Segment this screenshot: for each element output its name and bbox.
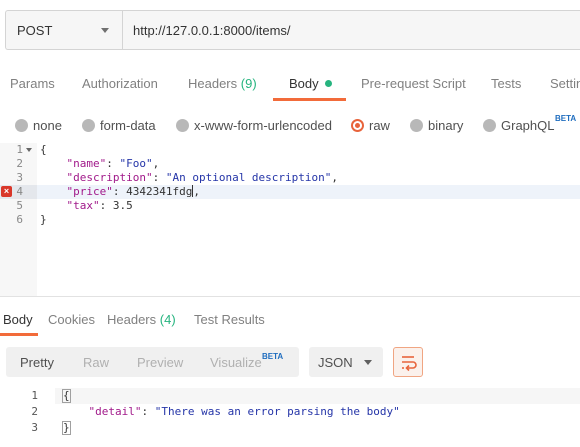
tab-settings[interactable]: Settin	[550, 76, 580, 91]
radio-raw[interactable]	[351, 119, 364, 132]
tab-body-label: Body	[289, 76, 319, 91]
text-cursor	[192, 185, 194, 197]
line-number: 2	[31, 405, 38, 418]
response-headers-count-badge: (4)	[159, 312, 176, 327]
code-line-error: "price": 4342341fdg,	[66, 185, 200, 198]
body-type-none-label[interactable]: none	[33, 118, 62, 133]
tab-headers[interactable]: Headers (9)	[188, 76, 257, 91]
body-type-urlencoded-label[interactable]: x-www-form-urlencoded	[194, 118, 332, 133]
radio-binary[interactable]	[410, 119, 423, 132]
method-select[interactable]: POST	[6, 11, 123, 49]
line-number: 6	[16, 213, 23, 226]
line-number: 5	[16, 199, 23, 212]
pretty-button[interactable]: Pretty	[20, 355, 54, 370]
line-number: 2	[16, 157, 23, 170]
radio-form-data[interactable]	[82, 119, 95, 132]
request-tabs: Params Authorization Headers (9) Body Pr…	[0, 68, 580, 101]
headers-count-badge: (9)	[240, 76, 257, 91]
chevron-down-icon	[364, 360, 372, 365]
code-line: }	[40, 213, 47, 226]
method-label: POST	[17, 23, 53, 38]
tab-params[interactable]: Params	[10, 76, 55, 91]
response-tab-headers-label: Headers	[107, 312, 157, 327]
wrap-lines-button[interactable]	[393, 347, 423, 377]
body-type-selector: none form-data x-www-form-urlencoded raw…	[0, 112, 580, 138]
visualize-button[interactable]: Visualize	[210, 355, 262, 370]
tab-tests[interactable]: Tests	[491, 76, 521, 91]
response-code-line: }	[62, 421, 71, 435]
body-type-raw-label[interactable]: raw	[369, 118, 390, 133]
line-number: 1	[31, 389, 38, 402]
code-line: {	[40, 143, 47, 156]
body-indicator-dot	[324, 80, 332, 87]
line-number: 4	[16, 185, 23, 198]
response-tab-headers[interactable]: Headers (4)	[107, 312, 176, 327]
response-tab-cookies[interactable]: Cookies	[48, 312, 95, 327]
wrap-lines-icon	[402, 356, 417, 372]
request-bar: POST http://127.0.0.1:8000/items/	[5, 10, 580, 50]
radio-urlencoded[interactable]	[176, 119, 189, 132]
visualize-beta-badge: BETA	[262, 352, 284, 361]
response-active-underline	[0, 333, 38, 336]
raw-button[interactable]: Raw	[83, 355, 109, 370]
response-tabs: Body Cookies Headers (4) Test Results	[0, 305, 580, 336]
code-line: "description": "An optional description"…	[66, 171, 339, 184]
tab-authorization[interactable]: Authorization	[82, 76, 158, 91]
code-line: "name": "Foo",	[66, 157, 160, 170]
response-code-line: {	[62, 389, 71, 403]
body-type-graphql-label[interactable]: GraphQL	[501, 118, 554, 133]
url-input[interactable]: http://127.0.0.1:8000/items/	[133, 23, 291, 38]
fold-arrow-icon[interactable]	[26, 148, 32, 152]
active-tab-underline	[273, 98, 346, 101]
line-number: 1	[16, 143, 23, 156]
line-number: 3	[16, 171, 23, 184]
tab-body[interactable]: Body	[289, 76, 332, 91]
pane-divider[interactable]	[0, 296, 580, 297]
graphql-beta-badge: BETA	[555, 114, 577, 123]
chevron-down-icon	[101, 28, 109, 33]
radio-none[interactable]	[15, 119, 28, 132]
tab-prerequest-script[interactable]: Pre-request Script	[361, 76, 466, 91]
response-tab-body[interactable]: Body	[3, 312, 33, 327]
response-code-line: "detail": "There was an error parsing th…	[88, 405, 400, 418]
tab-headers-label: Headers	[188, 76, 238, 91]
line-number: 3	[31, 421, 38, 434]
response-body-viewer[interactable]: 1 2 3 { "detail": "There was an error pa…	[0, 388, 580, 447]
code-line: "tax": 3.5	[66, 199, 133, 212]
body-type-form-data-label[interactable]: form-data	[100, 118, 156, 133]
format-select-label: JSON	[318, 355, 353, 370]
response-active-line	[55, 388, 580, 404]
format-select[interactable]: JSON	[309, 347, 383, 377]
preview-button[interactable]: Preview	[137, 355, 183, 370]
body-type-binary-label[interactable]: binary	[428, 118, 463, 133]
request-body-editor[interactable]: 1 2 3 × 4 5 6 { "name": "Foo", "descript…	[0, 143, 580, 296]
radio-graphql[interactable]	[483, 119, 496, 132]
response-view-toggle: Pretty Raw Preview Visualize BETA	[6, 347, 299, 377]
response-tab-test-results[interactable]: Test Results	[194, 312, 265, 327]
visualize-label: Visualize	[210, 355, 262, 370]
